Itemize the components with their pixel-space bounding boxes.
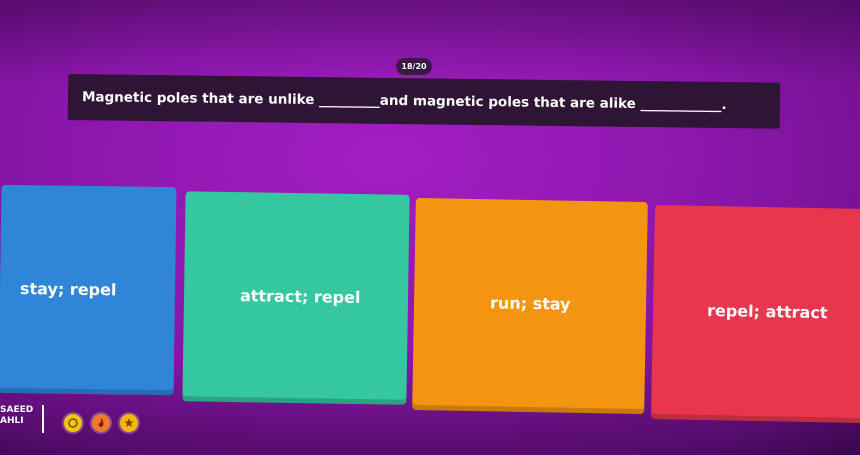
answer-option-2[interactable]: attract; repel [182,191,410,405]
divider [42,405,44,433]
answer-label: attract; repel [239,285,361,307]
player-first-name: SAEED [0,405,34,415]
answer-option-3[interactable]: run; stay [412,197,648,415]
fire-icon [98,418,104,427]
answer-label: run; stay [489,292,571,314]
powerup-3[interactable] [120,414,138,432]
answer-label: repel; attract [706,300,828,322]
answer-option-1[interactable]: stay; repel [0,184,177,396]
coin-icon [68,418,78,428]
answer-option-4[interactable]: repel; attract [650,204,860,424]
answer-options: stay; repel attract; repel run; stay rep… [0,0,860,455]
answer-label: stay; repel [19,278,117,299]
powerup-1[interactable] [64,414,82,432]
player-last-name: AHLI [0,416,24,426]
player-name: SAEED AHLI [0,405,40,427]
powerup-2[interactable] [92,414,110,432]
star-icon [124,418,134,427]
